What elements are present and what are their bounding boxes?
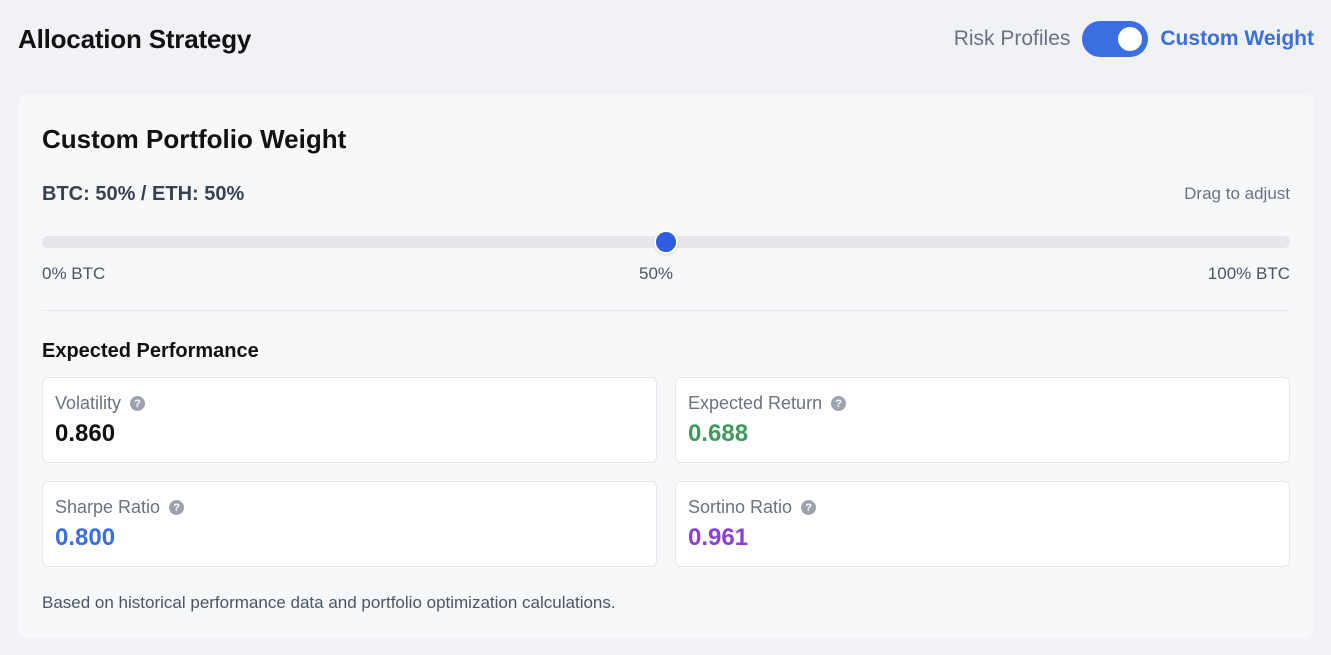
expected-performance-title: Expected Performance <box>42 340 259 362</box>
metric-label: Volatility <box>55 393 122 413</box>
metric-value: 0.961 <box>688 524 749 551</box>
header: Allocation Strategy Risk Profiles Custom… <box>18 0 1314 78</box>
metric-label: Sharpe Ratio <box>55 497 161 517</box>
metric-label: Expected Return <box>688 393 823 413</box>
metric-value: 0.688 <box>688 420 749 447</box>
metric-label: Sortino Ratio <box>688 497 793 517</box>
drag-hint: Drag to adjust <box>1184 184 1290 203</box>
metric-volatility: Volatility ? 0.860 <box>42 377 657 463</box>
help-icon[interactable]: ? <box>130 396 146 411</box>
page-title: Allocation Strategy <box>18 23 252 54</box>
metric-expected-return: Expected Return ? 0.688 <box>675 377 1290 463</box>
weight-slider-track[interactable] <box>42 230 1290 254</box>
metric-sharpe-ratio: Sharpe Ratio ? 0.800 <box>42 481 657 567</box>
metric-value: 0.800 <box>55 524 116 551</box>
allocation-ratio: BTC: 50% / ETH: 50% <box>42 183 245 205</box>
help-icon[interactable]: ? <box>831 396 847 411</box>
metric-sortino-ratio: Sortino Ratio ? 0.961 <box>675 481 1290 567</box>
footnote: Based on historical performance data and… <box>42 593 616 612</box>
weight-slider-thumb[interactable] <box>654 230 678 254</box>
toggle-knob <box>1118 27 1143 51</box>
slider-max-label: 100% BTC <box>1207 264 1290 283</box>
custom-weight-card: Custom Portfolio Weight BTC: 50% / ETH: … <box>18 94 1314 639</box>
risk-profiles-label[interactable]: Risk Profiles <box>954 27 1071 51</box>
mode-toggle[interactable] <box>1082 21 1149 57</box>
custom-weight-label[interactable]: Custom Weight <box>1160 27 1314 51</box>
mode-switch: Risk Profiles Custom Weight <box>954 21 1314 57</box>
help-icon[interactable]: ? <box>801 500 817 515</box>
metric-value: 0.860 <box>55 420 116 447</box>
help-icon[interactable]: ? <box>169 500 185 515</box>
card-title: Custom Portfolio Weight <box>42 124 347 154</box>
divider <box>42 310 1290 311</box>
slider-mid-label: 50% <box>638 264 674 283</box>
